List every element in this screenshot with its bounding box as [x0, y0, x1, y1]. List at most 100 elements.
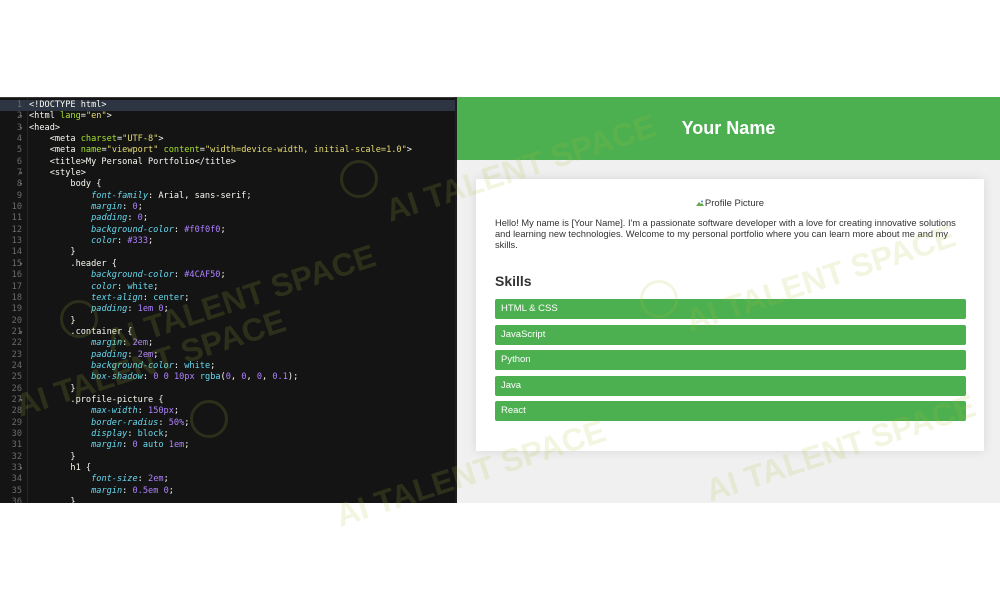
code-text[interactable]: <head> [29, 123, 60, 134]
code-line[interactable]: 27 ▾ .profile-picture { [0, 395, 455, 406]
fold-arrow-icon[interactable]: ▾ [17, 395, 25, 406]
code-text[interactable]: <title>My Personal Portfolio</title> [29, 157, 236, 168]
code-text[interactable]: padding: 0; [29, 213, 148, 224]
code-line[interactable]: 2 ▾ <html lang="en"> [0, 111, 455, 122]
code-editor[interactable]: 1 <!DOCTYPE html> 2 ▾ <html lang="en"> 3 ▾ <hea… [0, 97, 455, 503]
code-line[interactable]: 31 margin: 0 auto 1em; [0, 440, 455, 451]
fold-arrow-icon[interactable]: ▾ [17, 123, 25, 134]
code-line[interactable]: 33 ▾ h1 { [0, 463, 455, 474]
code-text[interactable]: body { [29, 179, 101, 190]
code-text[interactable]: padding: 2em; [29, 350, 158, 361]
line-number: 20 [11, 315, 22, 326]
broken-image-icon [695, 200, 704, 206]
code-line[interactable]: 36 } [0, 497, 455, 503]
fold-arrow-icon[interactable]: ▾ [17, 259, 25, 270]
code-text[interactable]: display: block; [29, 429, 169, 440]
code-line[interactable]: 34 font-size: 2em; [0, 474, 455, 485]
code-text[interactable]: padding: 1em 0; [29, 304, 169, 315]
skill-item: Python [495, 350, 966, 371]
code-text[interactable]: } [29, 384, 75, 395]
line-number: 11 [11, 213, 22, 224]
code-text[interactable]: margin: 0 auto 1em; [29, 440, 189, 451]
code-line[interactable]: 7 ▾ <style> [0, 168, 455, 179]
code-text[interactable]: .header { [29, 259, 117, 270]
code-text[interactable]: background-color: white; [29, 361, 215, 372]
code-line[interactable]: 22 margin: 2em; [0, 338, 455, 349]
code-line[interactable]: 10 margin: 0; [0, 202, 455, 213]
code-line[interactable]: 5 <meta name="viewport" content="width=d… [0, 145, 455, 156]
code-line[interactable]: 18 text-align: center; [0, 293, 455, 304]
code-line[interactable]: 6 <title>My Personal Portfolio</title> [0, 157, 455, 168]
code-line[interactable]: 35 margin: 0.5em 0; [0, 486, 455, 497]
fold-arrow-icon[interactable]: ▾ [17, 168, 25, 179]
code-text[interactable]: } [29, 316, 75, 327]
code-line[interactable]: 16 background-color: #4CAF50; [0, 270, 455, 281]
code-text[interactable]: border-radius: 50%; [29, 418, 189, 429]
code-text[interactable]: background-color: #4CAF50; [29, 270, 226, 281]
code-line[interactable]: 32 } [0, 452, 455, 463]
line-number: 31 [11, 440, 22, 451]
code-text[interactable]: font-family: Arial, sans-serif; [29, 191, 251, 202]
code-text[interactable]: } [29, 497, 75, 503]
live-preview-pane: Your Name Profile Picture Hello! My name… [455, 97, 1000, 503]
line-number: 32 [11, 451, 22, 462]
code-line[interactable]: 20 } [0, 316, 455, 327]
code-line[interactable]: 3 ▾ <head> [0, 123, 455, 134]
code-line[interactable]: 24 background-color: white; [0, 361, 455, 372]
code-text[interactable]: max-width: 150px; [29, 406, 179, 417]
code-text[interactable]: .profile-picture { [29, 395, 163, 406]
code-line[interactable]: 28 max-width: 150px; [0, 406, 455, 417]
code-text[interactable]: .container { [29, 327, 132, 338]
skill-item: React [495, 401, 966, 422]
code-line[interactable]: 14 } [0, 247, 455, 258]
code-line[interactable]: 19 padding: 1em 0; [0, 304, 455, 315]
code-text[interactable]: text-align: center; [29, 293, 189, 304]
line-number: 22 [11, 338, 22, 349]
line-number: 13 [11, 236, 22, 247]
line-number: 16 [11, 270, 22, 281]
code-text[interactable]: h1 { [29, 463, 91, 474]
line-number: 12 [11, 224, 22, 235]
code-line[interactable]: 21 ▾ .container { [0, 327, 455, 338]
fold-arrow-icon[interactable]: ▾ [17, 463, 25, 474]
code-line[interactable]: 30 display: block; [0, 429, 455, 440]
code-line[interactable]: 25 box-shadow: 0 0 10px rgba(0, 0, 0, 0.… [0, 372, 455, 383]
code-line[interactable]: 9 font-family: Arial, sans-serif; [0, 191, 455, 202]
code-line[interactable]: 8 ▾ body { [0, 179, 455, 190]
line-number: 35 [11, 485, 22, 496]
code-text[interactable]: margin: 0.5em 0; [29, 486, 174, 497]
fold-arrow-icon[interactable]: ▾ [17, 111, 25, 122]
line-number: 1 [16, 100, 22, 110]
code-line[interactable]: 1 <!DOCTYPE html> [0, 100, 455, 112]
code-line[interactable]: 29 border-radius: 50%; [0, 418, 455, 429]
code-lines[interactable]: 1 <!DOCTYPE html> 2 ▾ <html lang="en"> 3 ▾ <hea… [0, 100, 455, 503]
code-line[interactable]: 12 background-color: #f0f0f0; [0, 225, 455, 236]
code-text[interactable]: color: white; [29, 282, 158, 293]
code-text[interactable]: <meta charset="UTF-8"> [29, 134, 164, 145]
code-line[interactable]: 26 } [0, 384, 455, 395]
line-number: 17 [11, 281, 22, 292]
code-text[interactable]: box-shadow: 0 0 10px rgba(0, 0, 0, 0.1); [29, 372, 298, 383]
fold-arrow-icon[interactable]: ▾ [17, 179, 25, 190]
code-text[interactable]: <html lang="en"> [29, 111, 112, 122]
code-text[interactable]: margin: 2em; [29, 338, 153, 349]
code-text[interactable]: <!DOCTYPE html> [29, 100, 107, 111]
fold-arrow-icon[interactable]: ▾ [17, 327, 25, 338]
code-line[interactable]: 23 padding: 2em; [0, 350, 455, 361]
code-text[interactable]: font-size: 2em; [29, 474, 169, 485]
line-number: 26 [11, 383, 22, 394]
code-text[interactable]: } [29, 452, 75, 463]
code-line[interactable]: 15 ▾ .header { [0, 259, 455, 270]
code-text[interactable]: margin: 0; [29, 202, 143, 213]
code-text[interactable]: color: #333; [29, 236, 153, 247]
code-text[interactable]: <style> [29, 168, 86, 179]
code-line[interactable]: 17 color: white; [0, 282, 455, 293]
code-text[interactable]: } [29, 247, 75, 258]
line-number: 23 [11, 349, 22, 360]
code-line[interactable]: 13 color: #333; [0, 236, 455, 247]
code-line[interactable]: 4 <meta charset="UTF-8"> [0, 134, 455, 145]
code-text[interactable]: background-color: #f0f0f0; [29, 225, 226, 236]
code-text[interactable]: <meta name="viewport" content="width=dev… [29, 145, 412, 156]
line-number: 28 [11, 406, 22, 417]
code-line[interactable]: 11 padding: 0; [0, 213, 455, 224]
